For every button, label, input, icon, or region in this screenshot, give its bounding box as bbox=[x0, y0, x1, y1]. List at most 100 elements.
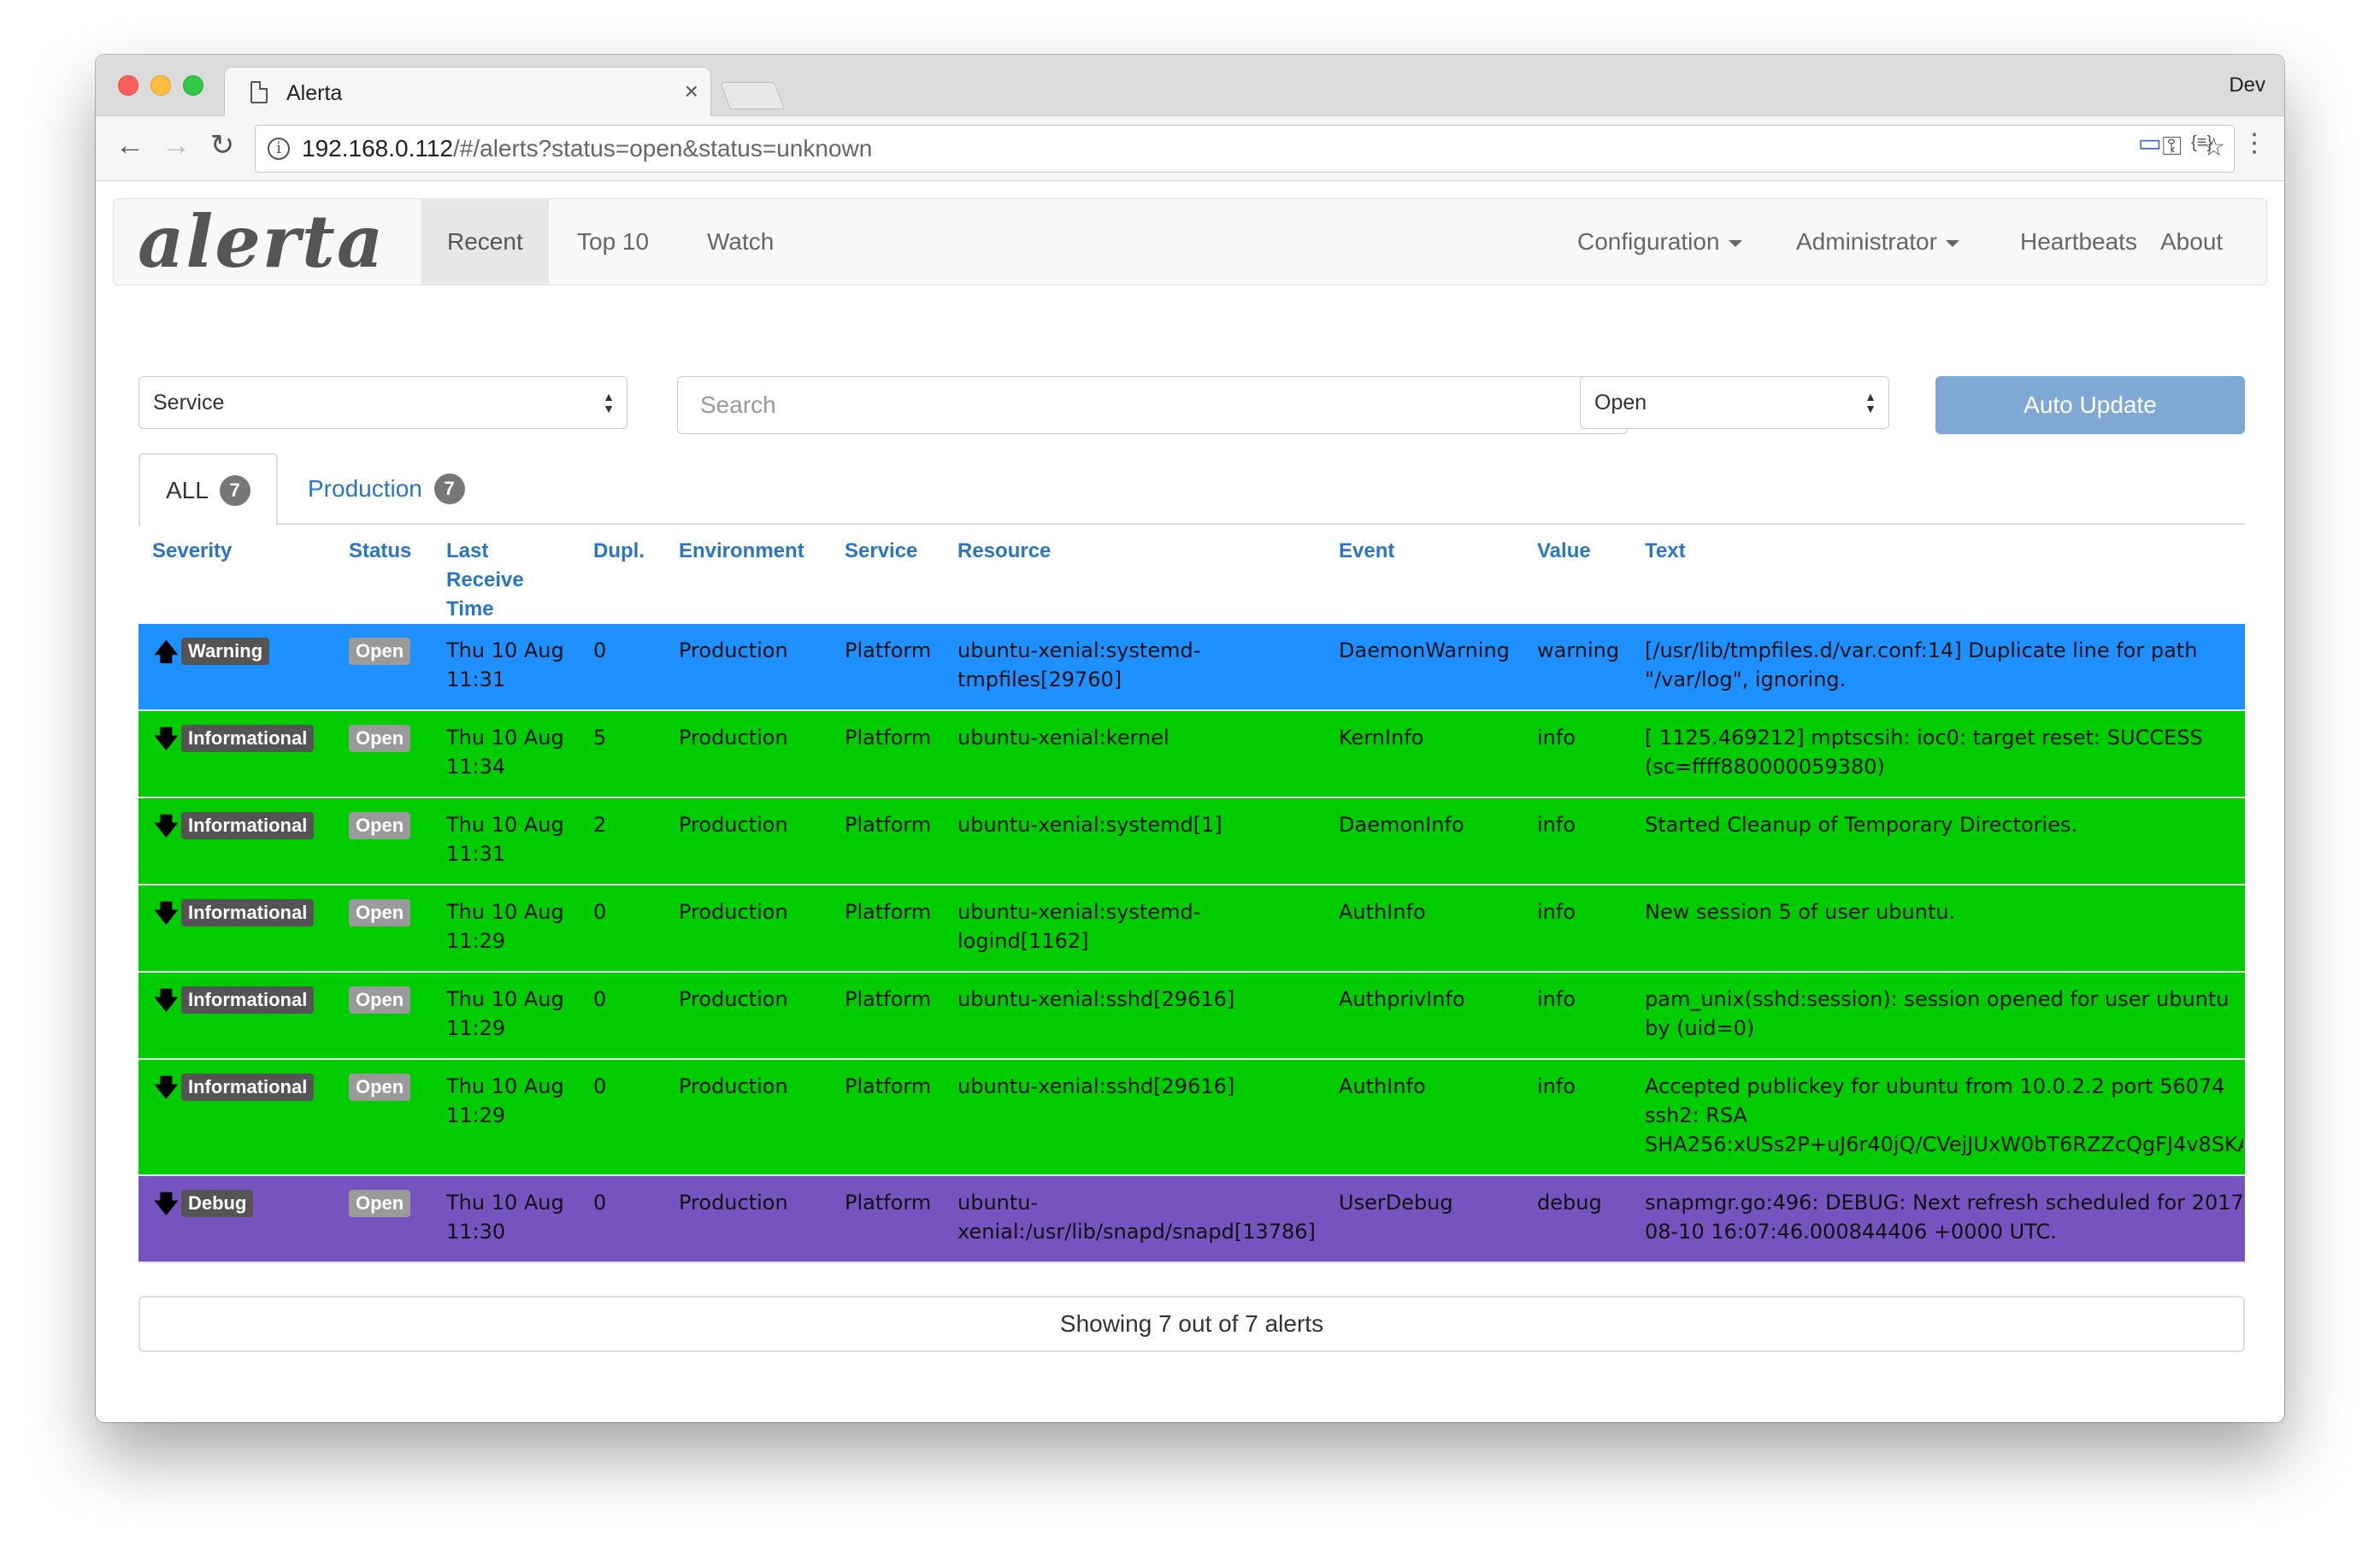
extension-icon[interactable]: {≡} bbox=[2191, 133, 2212, 153]
alert-text: [/usr/lib/tmpfiles.d/var.conf:14] Duplic… bbox=[1645, 638, 2198, 691]
chevron-down-icon bbox=[1728, 239, 1742, 247]
event: AuthprivInfo bbox=[1339, 987, 1465, 1011]
info-icon[interactable]: i bbox=[268, 138, 290, 160]
alerts-table-body: 🡅 Warning Open Thu 10 Aug 11:31 0 Production Pl… bbox=[138, 624, 2245, 1263]
select-updown-icon: ▲ ▼ bbox=[1865, 390, 1876, 415]
service: Platform bbox=[845, 638, 932, 662]
status-badge: Open bbox=[349, 986, 411, 1014]
profile-name[interactable]: Dev bbox=[2229, 74, 2265, 97]
nav-watch[interactable]: Watch bbox=[681, 199, 799, 285]
nav-configuration[interactable]: Configuration bbox=[1552, 199, 1768, 285]
col-status[interactable]: Status bbox=[349, 537, 411, 566]
col-event[interactable]: Event bbox=[1339, 537, 1394, 566]
severity-badge: Informational bbox=[181, 986, 315, 1014]
nav-about[interactable]: About bbox=[2135, 199, 2248, 285]
duplicate-count: 0 bbox=[593, 987, 607, 1011]
tab-all[interactable]: ALL 7 bbox=[138, 453, 278, 527]
event: KernInfo bbox=[1339, 726, 1424, 750]
url-text[interactable]: 192.168.0.112/#/alerts?status=open&statu… bbox=[302, 135, 872, 162]
severity-badge: Informational bbox=[181, 1074, 315, 1101]
new-tab-button[interactable] bbox=[720, 82, 785, 109]
severity-badge: Informational bbox=[181, 899, 315, 927]
environment: Production bbox=[679, 1074, 788, 1098]
close-window-button[interactable] bbox=[118, 75, 138, 96]
minimize-window-button[interactable] bbox=[150, 75, 171, 96]
window-controls bbox=[118, 75, 203, 96]
col-text[interactable]: Text bbox=[1645, 537, 1686, 566]
alert-text: snapmgr.go:496: DEBUG: Next refresh sche… bbox=[1645, 1191, 2243, 1244]
service: Platform bbox=[845, 987, 932, 1011]
col-value[interactable]: Value bbox=[1537, 537, 1591, 566]
menu-kebab-icon[interactable]: ⋮ bbox=[2242, 128, 2267, 158]
service: Platform bbox=[845, 813, 932, 837]
forward-arrow-icon[interactable]: → bbox=[159, 128, 193, 162]
nav-recent[interactable]: Recent bbox=[421, 199, 549, 285]
col-service[interactable]: Service bbox=[845, 537, 917, 566]
count-badge: 7 bbox=[433, 474, 465, 504]
status-select[interactable]: Open ▲ ▼ bbox=[1580, 376, 1889, 429]
tab-close-icon[interactable]: × bbox=[685, 78, 698, 105]
col-dupl[interactable]: Dupl. bbox=[593, 537, 645, 566]
status-badge: Open bbox=[349, 725, 411, 752]
auto-update-button[interactable]: Auto Update bbox=[1935, 376, 2245, 434]
alert-text: [ 1125.469212] mptscsih: ioc0: target re… bbox=[1645, 726, 2203, 779]
service: Platform bbox=[845, 1191, 932, 1215]
back-arrow-icon[interactable]: ← bbox=[113, 128, 147, 162]
environment: Production bbox=[679, 987, 788, 1011]
severity-trend-icon: 🡇 bbox=[154, 899, 179, 927]
browser-toolbar: ← → ↻ i 192.168.0.112/#/alerts?status=op… bbox=[96, 116, 2284, 181]
table-row[interactable]: 🡇 Informational Open Thu 10 Aug 11:34 5 Produc… bbox=[138, 711, 2245, 798]
alerts-count-footer: Showing 7 out of 7 alerts bbox=[138, 1296, 2245, 1352]
table-row[interactable]: 🡇 Informational Open Thu 10 Aug 11:29 0 Produc… bbox=[138, 1060, 2245, 1176]
top-navbar: alerta Recent Top 10 Watch Configuration… bbox=[113, 198, 2267, 285]
nav-top10[interactable]: Top 10 bbox=[551, 199, 675, 285]
reload-icon[interactable]: ↻ bbox=[205, 128, 239, 162]
tab-production[interactable]: Production 7 bbox=[282, 453, 491, 525]
tab-title: Alerta bbox=[286, 81, 343, 105]
severity-trend-icon: 🡇 bbox=[154, 725, 179, 753]
col-environment[interactable]: Environment bbox=[679, 537, 804, 566]
severity-trend-icon: 🡇 bbox=[154, 1074, 179, 1102]
severity-badge: Informational bbox=[181, 812, 315, 839]
table-row[interactable]: 🡇 Informational Open Thu 10 Aug 11:29 0 Produc… bbox=[138, 973, 2245, 1060]
severity-trend-icon: 🡅 bbox=[154, 638, 179, 666]
alert-text: Accepted publickey for ubuntu from 10.0.… bbox=[1645, 1074, 2243, 1156]
severity-trend-icon: 🡇 bbox=[154, 812, 179, 840]
value: info bbox=[1537, 726, 1576, 750]
table-row[interactable]: 🡇 Informational Open Thu 10 Aug 11:31 2 Produc… bbox=[138, 798, 2245, 885]
status-badge: Open bbox=[349, 812, 411, 839]
resource: ubuntu-xenial:sshd[29616] bbox=[957, 1074, 1235, 1098]
table-row[interactable]: 🡇 Debug Open Thu 10 Aug 11:30 0 Production Plat… bbox=[138, 1176, 2245, 1263]
last-receive-time: Thu 10 Aug 11:31 bbox=[446, 638, 564, 691]
resource: ubuntu-xenial:systemd[1] bbox=[957, 813, 1222, 837]
browser-tab-alerta[interactable]: Alerta × bbox=[224, 67, 711, 118]
service: Platform bbox=[845, 1074, 932, 1098]
alerta-logo[interactable]: alerta bbox=[138, 206, 385, 278]
resource: ubuntu-xenial:systemd-logind[1162] bbox=[957, 900, 1201, 953]
duplicate-count: 0 bbox=[593, 638, 607, 662]
alert-text: New session 5 of user ubuntu. bbox=[1645, 900, 1956, 924]
duplicate-count: 5 bbox=[593, 726, 607, 750]
col-resource[interactable]: Resource bbox=[957, 537, 1051, 566]
table-row[interactable]: 🡇 Informational Open Thu 10 Aug 11:29 0 Produc… bbox=[138, 885, 2245, 973]
address-bar[interactable]: i 192.168.0.112/#/alerts?status=open&sta… bbox=[255, 125, 2235, 173]
value: debug bbox=[1537, 1191, 1602, 1215]
value: info bbox=[1537, 900, 1576, 924]
resource: ubuntu-xenial:systemd-tmpfiles[29760] bbox=[957, 638, 1201, 691]
group-by-select[interactable]: Service ▲ ▼ bbox=[138, 376, 627, 429]
page-icon bbox=[250, 81, 268, 103]
maximize-window-button[interactable] bbox=[183, 75, 203, 96]
col-severity[interactable]: Severity bbox=[152, 537, 232, 566]
severity-badge: Debug bbox=[181, 1190, 254, 1217]
resource: ubuntu-xenial:kernel bbox=[957, 726, 1169, 750]
nav-administrator[interactable]: Administrator bbox=[1770, 199, 1985, 285]
search-input[interactable]: Search bbox=[677, 376, 1628, 434]
col-last-receive-time[interactable]: Last Receive Time bbox=[446, 537, 524, 624]
value: info bbox=[1537, 813, 1576, 837]
browser-window: Alerta × Dev ← → ↻ i 192.168.0.112/#/ale… bbox=[96, 55, 2284, 1422]
cast-icon[interactable]: ▭ bbox=[2138, 128, 2162, 158]
duplicate-count: 0 bbox=[593, 900, 607, 924]
table-row[interactable]: 🡅 Warning Open Thu 10 Aug 11:31 0 Production Pl… bbox=[138, 624, 2245, 711]
severity-trend-icon: 🡇 bbox=[154, 1190, 179, 1218]
count-badge: 7 bbox=[219, 475, 250, 506]
